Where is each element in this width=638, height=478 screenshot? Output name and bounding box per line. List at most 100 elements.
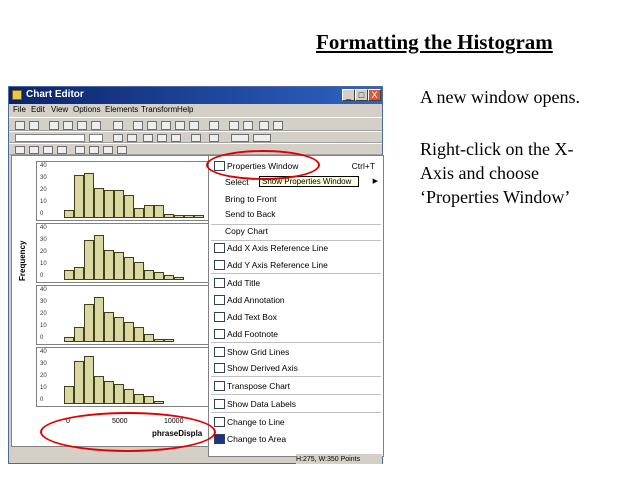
menu-copy-chart[interactable]: Copy Chart xyxy=(209,223,383,239)
histogram-bar[interactable] xyxy=(154,339,164,342)
menu-add-y-ref-line[interactable]: Add Y Axis Reference Line xyxy=(209,257,383,273)
histogram-bars[interactable] xyxy=(64,166,214,218)
histogram-bar[interactable] xyxy=(184,215,194,218)
menu-add-text-box[interactable]: Add Text Box xyxy=(209,309,383,325)
histogram-bars[interactable] xyxy=(64,228,214,280)
data-label-icon[interactable] xyxy=(161,121,171,130)
histogram-bar[interactable] xyxy=(144,396,154,404)
menu-bring-to-front[interactable]: Bring to Front xyxy=(209,191,383,207)
histogram-bar[interactable] xyxy=(64,337,74,342)
properties-tool-icon[interactable] xyxy=(273,121,283,130)
histogram-bar[interactable] xyxy=(144,334,154,342)
menu-add-title[interactable]: Add Title xyxy=(209,275,383,291)
histogram-bar[interactable] xyxy=(164,339,174,342)
x-axis-icon[interactable] xyxy=(63,121,73,130)
redo-icon[interactable] xyxy=(29,121,39,130)
menu-show-grid-lines[interactable]: Show Grid Lines xyxy=(209,344,383,360)
minimize-button[interactable]: _ xyxy=(342,89,355,101)
grid-tool-icon[interactable] xyxy=(229,121,239,130)
font-select[interactable] xyxy=(15,134,85,142)
chart-tool-2-icon[interactable] xyxy=(243,121,253,130)
histogram-bar[interactable] xyxy=(84,304,94,342)
menu-send-to-back[interactable]: Send to Back xyxy=(209,206,383,222)
area-icon[interactable] xyxy=(89,146,99,154)
histogram-bar[interactable] xyxy=(134,262,144,280)
legend-icon[interactable] xyxy=(209,121,219,130)
menu-options[interactable]: Options xyxy=(73,105,101,114)
menu-elements[interactable]: Elements xyxy=(105,105,138,114)
histogram-bar[interactable] xyxy=(94,188,104,218)
histogram-bars[interactable] xyxy=(64,352,214,404)
histogram-bar[interactable] xyxy=(114,317,124,342)
boxplot-icon[interactable] xyxy=(117,146,127,154)
histogram-bar[interactable] xyxy=(144,270,154,280)
scatter-icon[interactable] xyxy=(75,146,85,154)
menu-change-to-line[interactable]: Change to Line xyxy=(209,414,383,430)
y-axis-icon[interactable] xyxy=(77,121,87,130)
menu-show-data-labels[interactable]: Show Data Labels xyxy=(209,396,383,412)
histogram-bar[interactable] xyxy=(174,277,184,280)
histogram-bar[interactable] xyxy=(74,327,84,342)
histogram-bar[interactable] xyxy=(94,235,104,280)
histogram-bar[interactable] xyxy=(94,297,104,342)
histogram-bar[interactable] xyxy=(104,312,114,342)
fit-line-icon[interactable] xyxy=(147,121,157,130)
histogram-bar[interactable] xyxy=(134,208,144,218)
histogram-bar[interactable] xyxy=(104,190,114,218)
histogram-bar[interactable] xyxy=(104,250,114,280)
histogram-bar[interactable] xyxy=(134,394,144,404)
close-button[interactable]: X xyxy=(368,89,381,101)
histogram-bars[interactable] xyxy=(64,290,214,342)
line-color-icon[interactable] xyxy=(209,134,219,142)
undo-icon[interactable] xyxy=(15,121,25,130)
histogram-bar[interactable] xyxy=(64,386,74,404)
align-center-icon[interactable] xyxy=(157,134,167,142)
scale-icon[interactable] xyxy=(259,121,269,130)
histogram-bar[interactable] xyxy=(154,205,164,218)
textbox-tool-icon[interactable] xyxy=(189,121,199,130)
maximize-button[interactable]: □ xyxy=(355,89,368,101)
histogram-bar[interactable] xyxy=(114,252,124,280)
histogram-bar[interactable] xyxy=(64,210,74,218)
line-weight-icon[interactable] xyxy=(253,134,271,142)
annotation-tool-icon[interactable] xyxy=(175,121,185,130)
menu-transpose-chart[interactable]: Transpose Chart xyxy=(209,378,383,394)
menu-file[interactable]: File xyxy=(13,105,26,114)
menu-change-to-area[interactable]: Change to Area xyxy=(209,431,383,447)
menu-add-annotation[interactable]: Add Annotation xyxy=(209,292,383,308)
menu-edit[interactable]: Edit xyxy=(31,105,45,114)
pie-icon[interactable] xyxy=(103,146,113,154)
histogram-bar[interactable] xyxy=(134,327,144,342)
align-left-icon[interactable] xyxy=(143,134,153,142)
histogram-bar[interactable] xyxy=(124,195,134,218)
histogram-bar[interactable] xyxy=(124,257,134,280)
chart-tool-icon[interactable] xyxy=(49,121,59,130)
histogram-bar[interactable] xyxy=(74,361,84,404)
search-icon[interactable] xyxy=(91,121,101,130)
histogram-bar[interactable] xyxy=(194,215,204,218)
histogram-bar[interactable] xyxy=(114,384,124,404)
align-right-icon[interactable] xyxy=(171,134,181,142)
histogram-bar[interactable] xyxy=(174,215,184,218)
histogram-bar[interactable] xyxy=(144,205,154,218)
histogram-bar[interactable] xyxy=(154,272,164,280)
histogram-bar[interactable] xyxy=(114,190,124,218)
size-select[interactable] xyxy=(89,134,103,142)
histogram-bar[interactable] xyxy=(124,322,134,342)
menu-show-derived-axis[interactable]: Show Derived Axis xyxy=(209,360,383,376)
histogram-bar[interactable] xyxy=(84,356,94,404)
bar-chart-icon[interactable] xyxy=(15,146,25,154)
menu-add-x-ref-line[interactable]: Add X Axis Reference Line xyxy=(209,240,383,256)
histogram-bar[interactable] xyxy=(74,175,84,218)
histogram-bar[interactable] xyxy=(84,173,94,218)
histogram-bar[interactable] xyxy=(104,381,114,404)
histogram-icon[interactable] xyxy=(29,146,39,154)
histogram-bar[interactable] xyxy=(74,267,84,280)
menu-view[interactable]: View xyxy=(51,105,68,114)
ref-line-icon[interactable] xyxy=(133,121,143,130)
histogram-bar[interactable] xyxy=(154,401,164,404)
histogram-bar[interactable] xyxy=(94,376,104,404)
histogram-bar[interactable] xyxy=(84,240,94,280)
menu-help[interactable]: Help xyxy=(177,105,193,114)
histogram-bar[interactable] xyxy=(164,214,174,218)
